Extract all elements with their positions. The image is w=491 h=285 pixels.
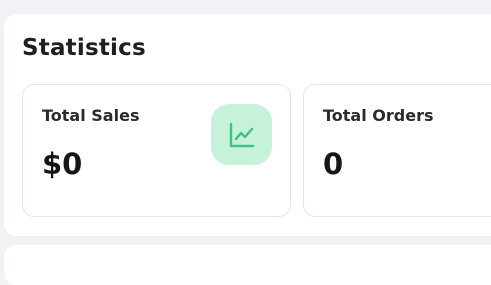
line-chart-icon — [229, 122, 254, 147]
total-orders-value: 0 — [323, 147, 344, 181]
total-orders-label: Total Orders — [323, 106, 434, 125]
next-section-panel — [4, 245, 491, 285]
total-sales-value: $0 — [42, 147, 83, 181]
total-orders-card: Total Orders 0 — [303, 84, 491, 217]
statistics-title: Statistics — [22, 35, 146, 61]
sales-icon-tile — [211, 104, 272, 165]
total-sales-label: Total Sales — [42, 106, 140, 125]
total-sales-card: Total Sales $0 — [22, 84, 291, 217]
